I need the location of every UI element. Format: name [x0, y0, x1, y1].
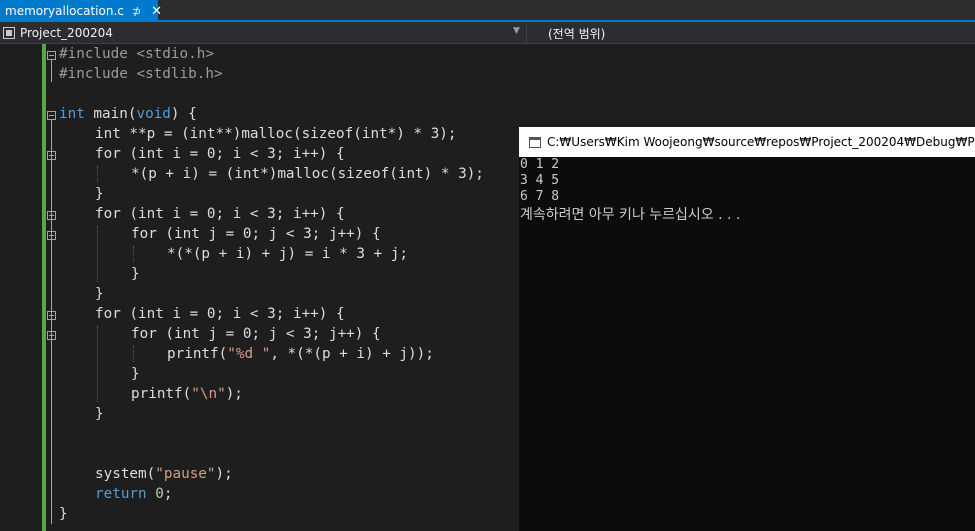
console-title: C:₩Users₩Kim Woojeong₩source₩repos₩Proje…	[547, 135, 975, 149]
collapse-for-icon[interactable]	[47, 211, 56, 220]
console-output: 0 1 2 3 4 5 6 7 8 계속하려면 아무 키나 누르십시오 . . …	[520, 157, 740, 225]
code-line-11: *(*(p + i) + j) = i * 3 + j;	[167, 246, 409, 262]
indent-guide	[133, 246, 134, 262]
console-prompt: 계속하려면 아무 키나 누르십시오 . . .	[520, 207, 741, 223]
collapse-for-icon[interactable]	[47, 311, 56, 320]
pin-icon[interactable]: ⊅	[132, 5, 141, 18]
project-name: Project_200204	[20, 25, 113, 40]
code-line-4: int main(void) {	[59, 106, 197, 122]
code-line-14: for (int i = 0; i < 3; i++) {	[95, 306, 345, 322]
outline-line	[51, 60, 52, 82]
code-text: #include <stdio.h> #include <stdlib.h> i…	[0, 44, 484, 522]
collapse-for-icon[interactable]	[47, 151, 56, 160]
collapse-for-icon[interactable]	[47, 331, 56, 340]
console-window[interactable]: C:₩Users₩Kim Woojeong₩source₩repos₩Proje…	[519, 127, 975, 531]
indent-guide	[133, 346, 134, 362]
navigation-bar: Project_200204 ▼ (전역 범위)	[0, 22, 975, 44]
code-line-13: }	[95, 286, 104, 302]
navbar-divider	[526, 22, 527, 43]
outline-line	[51, 120, 52, 524]
code-line-15: for (int j = 0; j < 3; j++) {	[131, 326, 381, 342]
code-line-2: #include <stdlib.h>	[59, 66, 223, 82]
tab-filename: memoryallocation.c	[5, 4, 124, 18]
collapse-main-icon[interactable]	[47, 111, 56, 120]
code-line-19: }	[95, 406, 104, 422]
code-line-16: printf("%d ", *(*(p + i) + j));	[167, 346, 434, 362]
indent-guide	[97, 326, 98, 402]
code-line-6: for (int i = 0; i < 3; i++) {	[95, 146, 345, 162]
code-line-8: }	[95, 186, 104, 202]
project-icon	[3, 26, 15, 39]
code-line-7: *(p + i) = (int*)malloc(sizeof(int) * 3)…	[131, 166, 484, 182]
code-line-12: }	[131, 266, 140, 282]
close-icon[interactable]: ✕	[151, 4, 162, 19]
code-line-5: int **p = (int**)malloc(sizeof(int*) * 3…	[95, 126, 457, 142]
console-title-bar[interactable]: C:₩Users₩Kim Woojeong₩source₩repos₩Proje…	[519, 127, 975, 157]
console-line: 0 1 2	[520, 157, 560, 172]
code-line-23: return 0;	[95, 486, 173, 502]
indent-guide	[97, 166, 98, 182]
console-line: 6 7 8	[520, 189, 560, 204]
console-line: 3 4 5	[520, 173, 560, 188]
code-line-1: #include <stdio.h>	[59, 46, 214, 62]
tab-memoryallocation-c[interactable]: memoryallocation.c ⊅ ✕	[0, 0, 162, 22]
indent-guide	[97, 226, 98, 282]
change-indicator-bar	[42, 44, 46, 531]
code-line-24: }	[59, 506, 68, 522]
code-line-9: for (int i = 0; i < 3; i++) {	[95, 206, 345, 222]
document-tab-strip: memoryallocation.c ⊅ ✕	[0, 0, 975, 22]
console-icon	[529, 136, 541, 148]
collapse-include-icon[interactable]	[47, 51, 56, 60]
code-line-10: for (int j = 0; j < 3; j++) {	[131, 226, 381, 242]
scope-dropdown[interactable]: (전역 범위)	[548, 25, 605, 42]
code-line-22: system("pause");	[95, 466, 233, 482]
project-dropdown[interactable]: Project_200204	[3, 24, 523, 41]
collapse-for-icon[interactable]	[47, 231, 56, 240]
code-line-18: printf("\n");	[131, 386, 243, 402]
code-line-17: }	[131, 366, 140, 382]
chevron-down-icon[interactable]: ▼	[513, 26, 520, 36]
